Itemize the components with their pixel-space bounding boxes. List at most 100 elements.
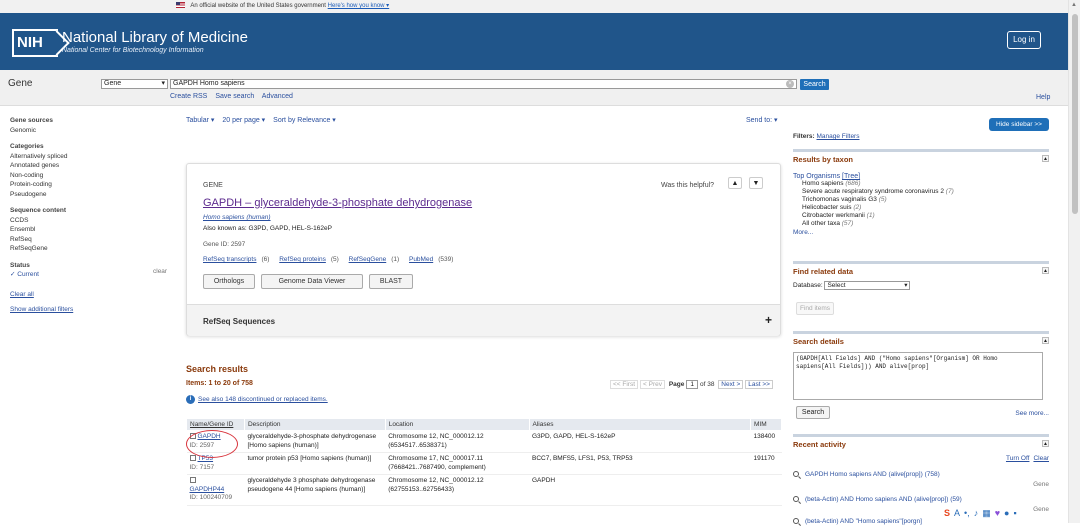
turn-off-link[interactable]: Turn Off — [1006, 455, 1029, 462]
genome-data-viewer-button[interactable]: Genome Data Viewer — [261, 274, 363, 289]
per-page-dropdown[interactable]: 20 per page ▾ — [222, 117, 265, 124]
taxon-item[interactable]: Citrobacter werkmanii (1) — [802, 212, 1049, 220]
helpful-prompt: Was this helpful? — [661, 182, 715, 189]
gene-mim[interactable]: 191170 — [750, 452, 782, 475]
taxon-item[interactable]: Severe acute respiratory syndrome corona… — [802, 188, 1049, 196]
filter-non-coding[interactable]: Non-coding — [10, 171, 175, 181]
filter-protein-coding[interactable]: Protein-coding — [10, 180, 175, 190]
filter-refseqgene[interactable]: RefSeqGene — [10, 244, 175, 254]
filter-ccds[interactable]: CCDS — [10, 216, 175, 226]
clear-all-link[interactable]: Clear all — [10, 291, 34, 298]
taxon-item[interactable]: Helicobacter suis (2) — [802, 204, 1049, 212]
thumbs-up-icon[interactable]: ▲ — [728, 177, 742, 189]
details-search-button[interactable]: Search — [796, 406, 830, 419]
hide-sidebar-button[interactable]: Hide sidebar >> — [989, 118, 1049, 131]
expand-plus-icon[interactable]: + — [765, 313, 772, 327]
find-items-button[interactable]: Find items — [796, 302, 834, 315]
create-rss-link[interactable]: Create RSS — [170, 93, 207, 100]
recent-item[interactable]: GAPDH Homo sapiens AND (alive[prop]) (75… — [793, 471, 940, 478]
collapse-icon[interactable]: ▲ — [1042, 440, 1049, 447]
results-heading: Search results — [186, 364, 249, 374]
page-input[interactable]: 1 — [686, 380, 699, 389]
thumbs-down-icon[interactable]: ▼ — [749, 177, 763, 189]
first-page-button[interactable]: << First — [610, 380, 639, 389]
database-select[interactable]: Gene ▾ — [101, 79, 168, 89]
scrollbar-thumb[interactable] — [1072, 14, 1078, 214]
row-checkbox[interactable] — [189, 455, 196, 462]
organism-link[interactable]: Homo sapiens (human) — [203, 214, 271, 221]
blast-button[interactable]: BLAST — [369, 274, 413, 289]
skin-icon[interactable]: ♥ — [995, 508, 1000, 518]
filter-current[interactable]: ✓ Current — [10, 270, 175, 280]
refseqgene-link[interactable]: RefSeqGene — [349, 256, 387, 263]
filters-label: Filters: Manage Filters — [793, 133, 859, 140]
help-link[interactable]: Help — [1036, 94, 1050, 101]
punctuation-icon[interactable]: •, — [964, 508, 970, 518]
filter-genomic[interactable]: Genomic — [10, 126, 175, 136]
how-you-know-link[interactable]: Here's how you know ▾ — [328, 3, 390, 9]
col-aliases[interactable]: Aliases — [528, 418, 751, 431]
gene-title-link[interactable]: GAPDH – glyceraldehyde-3-phosphate dehyd… — [203, 197, 472, 209]
sogou-icon[interactable]: S — [944, 508, 950, 518]
search-input[interactable]: GAPDH Homo sapiens — [170, 79, 797, 89]
prev-page-button[interactable]: < Prev — [640, 380, 666, 389]
next-page-button[interactable]: Next > — [718, 380, 744, 389]
sort-dropdown[interactable]: Sort by Relevance ▾ — [273, 117, 336, 124]
filter-annotated-genes[interactable]: Annotated genes — [10, 161, 175, 171]
manage-filters-link[interactable]: Manage Filters — [816, 133, 859, 140]
advanced-search-link[interactable]: Advanced — [262, 93, 293, 100]
refseq-proteins-link[interactable]: RefSeq proteins — [279, 256, 326, 263]
filter-ensembl[interactable]: Ensembl — [10, 225, 175, 235]
col-description[interactable]: Description — [243, 418, 386, 431]
search-icon — [793, 518, 799, 525]
status-clear-link[interactable]: clear — [153, 267, 167, 277]
save-search-link[interactable]: Save search — [215, 93, 254, 100]
chat-icon[interactable]: ● — [1004, 508, 1009, 518]
microphone-icon[interactable]: ♪ — [974, 508, 979, 518]
nih-logo[interactable]: NIH — [12, 29, 58, 57]
more-taxa-link[interactable]: More... — [793, 229, 1049, 236]
filter-alternatively-spliced[interactable]: Alternatively spliced — [10, 152, 175, 162]
menu-icon[interactable]: ▪ — [1013, 508, 1016, 518]
see-also-link[interactable]: i See also 148 discontinued or replaced i… — [186, 395, 328, 404]
login-button[interactable]: Log in — [1007, 31, 1041, 49]
row-checkbox[interactable] — [189, 477, 196, 484]
scroll-up-icon[interactable]: ▲ — [1071, 2, 1077, 8]
recent-item[interactable]: (beta-Actin) AND Homo sapiens AND (alive… — [793, 496, 962, 503]
collapse-icon[interactable]: ▲ — [1042, 155, 1049, 162]
see-more-link[interactable]: See more... — [1015, 410, 1049, 417]
search-button[interactable]: Search — [800, 79, 829, 90]
send-to-dropdown[interactable]: Send to: ▾ — [746, 116, 778, 124]
clear-recent-link[interactable]: Clear — [1033, 455, 1049, 462]
keyboard-icon[interactable]: ▦ — [982, 508, 991, 518]
taxon-item[interactable]: All other taxa (57) — [802, 220, 1049, 228]
clear-search-icon[interactable]: × — [786, 80, 794, 88]
recent-item[interactable]: (beta-Actin) AND "Homo sapiens"[porgn] — [793, 518, 922, 525]
show-additional-filters-link[interactable]: Show additional filters — [10, 306, 73, 313]
font-icon[interactable]: A — [954, 508, 960, 518]
filter-pseudogene[interactable]: Pseudogene — [10, 190, 175, 200]
col-location[interactable]: Location — [384, 418, 530, 431]
collapse-icon[interactable]: ▲ — [1042, 267, 1049, 274]
search-details-textarea[interactable]: (GAPDH[All Fields] AND ("Homo sapiens"[O… — [793, 352, 1043, 400]
filter-refseq[interactable]: RefSeq — [10, 235, 175, 245]
taxon-item[interactable]: Trichomonas vaginalis G3 (5) — [802, 196, 1049, 204]
pubmed-link[interactable]: PubMed — [409, 256, 433, 263]
last-page-button[interactable]: Last >> — [745, 380, 773, 389]
orthologs-button[interactable]: Orthologs — [203, 274, 255, 289]
tree-link[interactable]: [Tree] — [842, 173, 860, 180]
col-name[interactable]: Name/Gene ID — [186, 418, 245, 431]
collapse-icon[interactable]: ▲ — [1042, 337, 1049, 344]
format-dropdown[interactable]: Tabular ▾ — [186, 117, 214, 124]
see-also-text: See also 148 discontinued or replaced it… — [198, 396, 328, 403]
page-scrollbar[interactable]: ▲ — [1068, 0, 1080, 523]
related-database-select[interactable]: Select — [824, 281, 911, 290]
refseq-sequences-section[interactable]: RefSeq Sequences + — [187, 304, 780, 336]
gene-name-link[interactable]: GAPDHP44 — [190, 486, 225, 493]
refseq-transcripts-link[interactable]: RefSeq transcripts — [203, 256, 256, 263]
nlm-title[interactable]: National Library of Medicine — [62, 29, 248, 46]
col-mim[interactable]: MIM — [749, 418, 783, 431]
gene-mim[interactable]: 138400 — [750, 430, 782, 453]
taxon-item[interactable]: Homo sapiens (686) — [802, 180, 1049, 188]
gene-mim[interactable] — [750, 474, 782, 506]
